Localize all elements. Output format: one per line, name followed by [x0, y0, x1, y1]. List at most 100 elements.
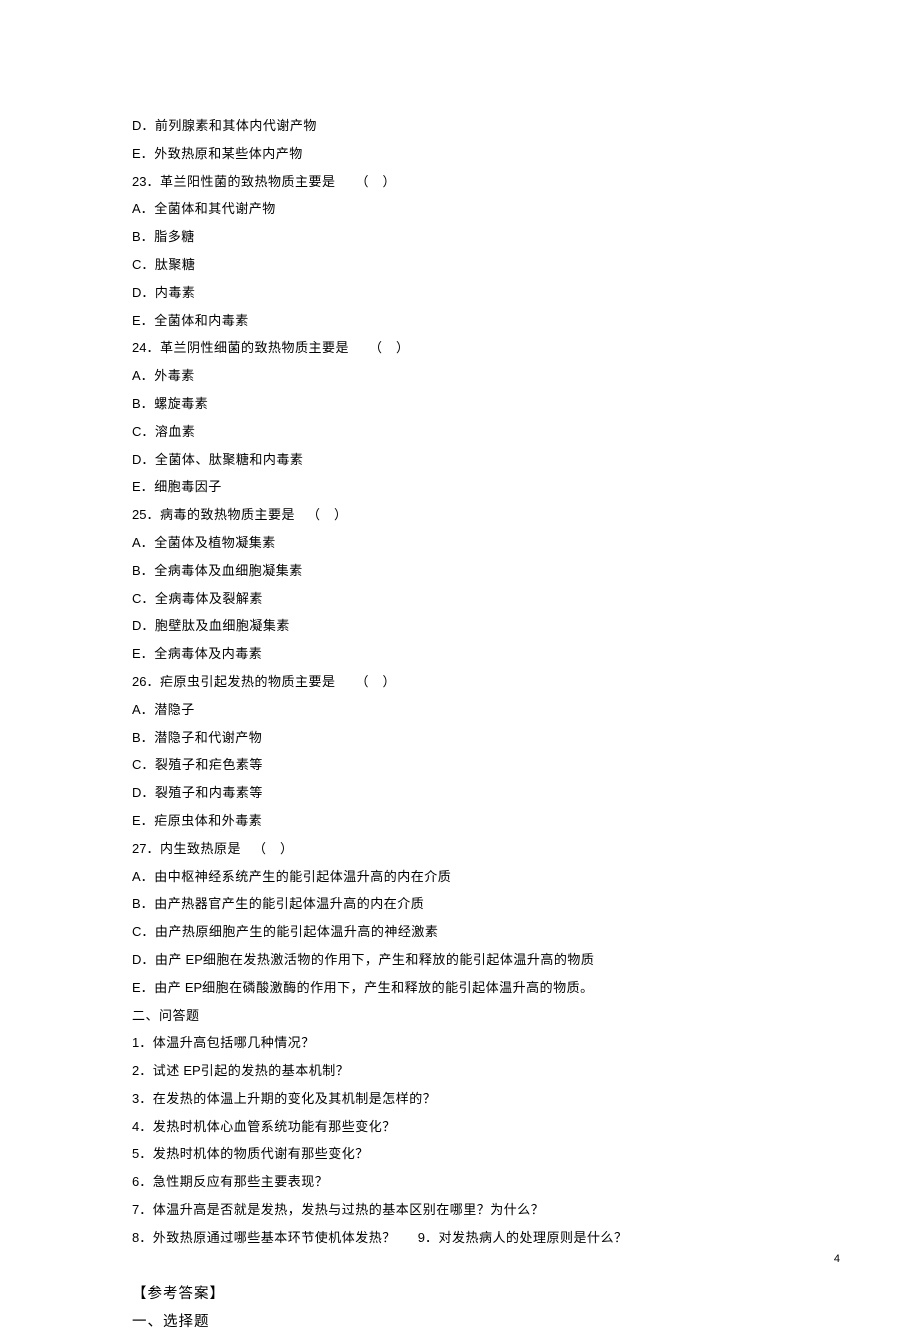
option-label-E: E [132, 813, 141, 828]
option-label-C: C [132, 257, 141, 272]
option: B．全病毒体及血细胞凝集素 [132, 557, 790, 585]
option-text: 由产热原细胞产生的能引起体温升高的神经激素 [155, 924, 439, 939]
option: E．由产 EP细胞在磷酸激酶的作用下，产生和释放的能引起体温升高的物质。 [132, 974, 790, 1002]
option-label-E: E [132, 313, 141, 328]
option-label-D: D [132, 952, 141, 967]
option: E．全病毒体及内毒素 [132, 640, 790, 668]
option-label-E: E [132, 980, 141, 995]
option-label-A: A [132, 702, 141, 717]
option: E．疟原虫体和外毒素 [132, 807, 790, 835]
question-stem: 27．内生致热原是（ ） [132, 835, 790, 863]
option-text: 前列腺素和其体内代谢产物 [155, 118, 317, 133]
option-label-D: D [132, 285, 141, 300]
option-label-B: B [132, 229, 141, 244]
option-label-A: A [132, 869, 141, 884]
option: A．全菌体和其代谢产物 [132, 195, 790, 223]
option-label-D: D [132, 785, 141, 800]
question-text: ．外致热原通过哪些基本环节使机体发热？ [139, 1230, 396, 1245]
question-number: 25 [132, 507, 146, 522]
question-text: ．体温升高包括哪几种情况？ [139, 1035, 315, 1050]
option-text: 全菌体和内毒素 [154, 313, 249, 328]
stem-text: ．病毒的致热物质主要是 [146, 507, 295, 522]
option-text: 全菌体、肽聚糖和内毒素 [155, 452, 304, 467]
ep-label: EP [181, 980, 202, 995]
option: D．裂殖子和内毒素等 [132, 779, 790, 807]
option-label-E: E [132, 646, 141, 661]
essay-question: 2．试述 EP引起的发热的基本机制？ [132, 1057, 790, 1085]
option-label-C: C [132, 591, 141, 606]
question-text: ．发热时机体心血管系统功能有那些变化？ [139, 1119, 396, 1134]
option-label-A: A [132, 535, 141, 550]
option: A．潜隐子 [132, 696, 790, 724]
option: D．胞壁肽及血细胞凝集素 [132, 612, 790, 640]
essay-question: 1．体温升高包括哪几种情况？ [132, 1029, 790, 1057]
stem-text: ．革兰阳性菌的致热物质主要是 [146, 174, 335, 189]
blank-paren: （ ） [307, 507, 348, 522]
question-stem: 24．革兰阴性细菌的致热物质主要是（ ） [132, 334, 790, 362]
essay-question: 3．在发热的体温上升期的变化及其机制是怎样的？ [132, 1085, 790, 1113]
option-text: 胞壁肽及血细胞凝集素 [155, 618, 290, 633]
option-label-C: C [132, 424, 141, 439]
question-number: 27 [132, 841, 146, 856]
question-text: ．试述 [139, 1063, 180, 1078]
question-stem: 25．病毒的致热物质主要是 （ ） [132, 501, 790, 529]
question-text: ．对发热病人的处理原则是什么？ [425, 1230, 628, 1245]
ep-label: EP [180, 1063, 201, 1078]
option: C．全病毒体及裂解素 [132, 585, 790, 613]
option-label-B: B [132, 563, 141, 578]
option-text: 肽聚糖 [155, 257, 196, 272]
section-title: 二、问答题 [132, 1002, 790, 1030]
option-label-E: E [132, 146, 141, 161]
blank-paren: （ ） [355, 174, 396, 189]
option-text: 外致热原和某些体内产物 [154, 146, 303, 161]
answers-heading: 【参考答案】 [132, 1280, 790, 1308]
question-number: 24 [132, 340, 146, 355]
essay-question: 7．体温升高是否就是发热，发热与过热的基本区别在哪里？为什么？ [132, 1196, 790, 1224]
option-label-A: A [132, 368, 141, 383]
option: E．外致热原和某些体内产物 [132, 140, 790, 168]
option: D．由产 EP细胞在发热激活物的作用下，产生和释放的能引起体温升高的物质 [132, 946, 790, 974]
option: B．螺旋毒素 [132, 390, 790, 418]
option: B．脂多糖 [132, 223, 790, 251]
document-page: D．前列腺素和其体内代谢产物 E．外致热原和某些体内产物 23．革兰阳性菌的致热… [0, 0, 920, 1336]
option-text: 裂殖子和疟色素等 [155, 757, 263, 772]
question-text: ．在发热的体温上升期的变化及其机制是怎样的？ [139, 1091, 436, 1106]
question-text: ．发热时机体的物质代谢有那些变化？ [139, 1146, 369, 1161]
question-stem: 26．疟原虫引起发热的物质主要是（ ） [132, 668, 790, 696]
option-text: 外毒素 [154, 368, 195, 383]
option-text: 全菌体及植物凝集素 [154, 535, 276, 550]
option-text: 潜隐子和代谢产物 [154, 730, 262, 745]
answers-block: 【参考答案】 一、选择题 [132, 1280, 790, 1336]
option-label-C: C [132, 924, 141, 939]
option-label-D: D [132, 452, 141, 467]
option-label-E: E [132, 479, 141, 494]
stem-text: ．疟原虫引起发热的物质主要是 [146, 674, 335, 689]
option-text: 全病毒体及内毒素 [154, 646, 262, 661]
option: D．全菌体、肽聚糖和内毒素 [132, 446, 790, 474]
option-text: 由中枢神经系统产生的能引起体温升高的内在介质 [154, 869, 451, 884]
question-number: 9 [418, 1230, 425, 1245]
option: E．细胞毒因子 [132, 473, 790, 501]
option-text: 由产 [154, 980, 181, 995]
essay-question: 8．外致热原通过哪些基本环节使机体发热？9．对发热病人的处理原则是什么？ [132, 1224, 790, 1252]
option-text: 全病毒体及裂解素 [155, 591, 263, 606]
option-text: 疟原虫体和外毒素 [154, 813, 262, 828]
option: C．裂殖子和疟色素等 [132, 751, 790, 779]
option-text: 全病毒体及血细胞凝集素 [154, 563, 303, 578]
question-text: ．体温升高是否就是发热，发热与过热的基本区别在哪里？为什么？ [139, 1202, 544, 1217]
option-text: 细胞毒因子 [154, 479, 222, 494]
option-text: 由产热器官产生的能引起体温升高的内在介质 [154, 896, 424, 911]
option-text: 细胞在发热激活物的作用下，产生和释放的能引起体温升高的物质 [203, 952, 595, 967]
option-label-A: A [132, 201, 141, 216]
essay-question: 4．发热时机体心血管系统功能有那些变化？ [132, 1113, 790, 1141]
option: A．外毒素 [132, 362, 790, 390]
question-text: 引起的发热的基本机制？ [201, 1063, 350, 1078]
option-text: 螺旋毒素 [154, 396, 208, 411]
question-number: 23 [132, 174, 146, 189]
option-text: 潜隐子 [154, 702, 195, 717]
option-label-B: B [132, 396, 141, 411]
option-label-D: D [132, 118, 141, 133]
option-label-D: D [132, 618, 141, 633]
option-label-C: C [132, 757, 141, 772]
option: A．由中枢神经系统产生的能引起体温升高的内在介质 [132, 863, 790, 891]
